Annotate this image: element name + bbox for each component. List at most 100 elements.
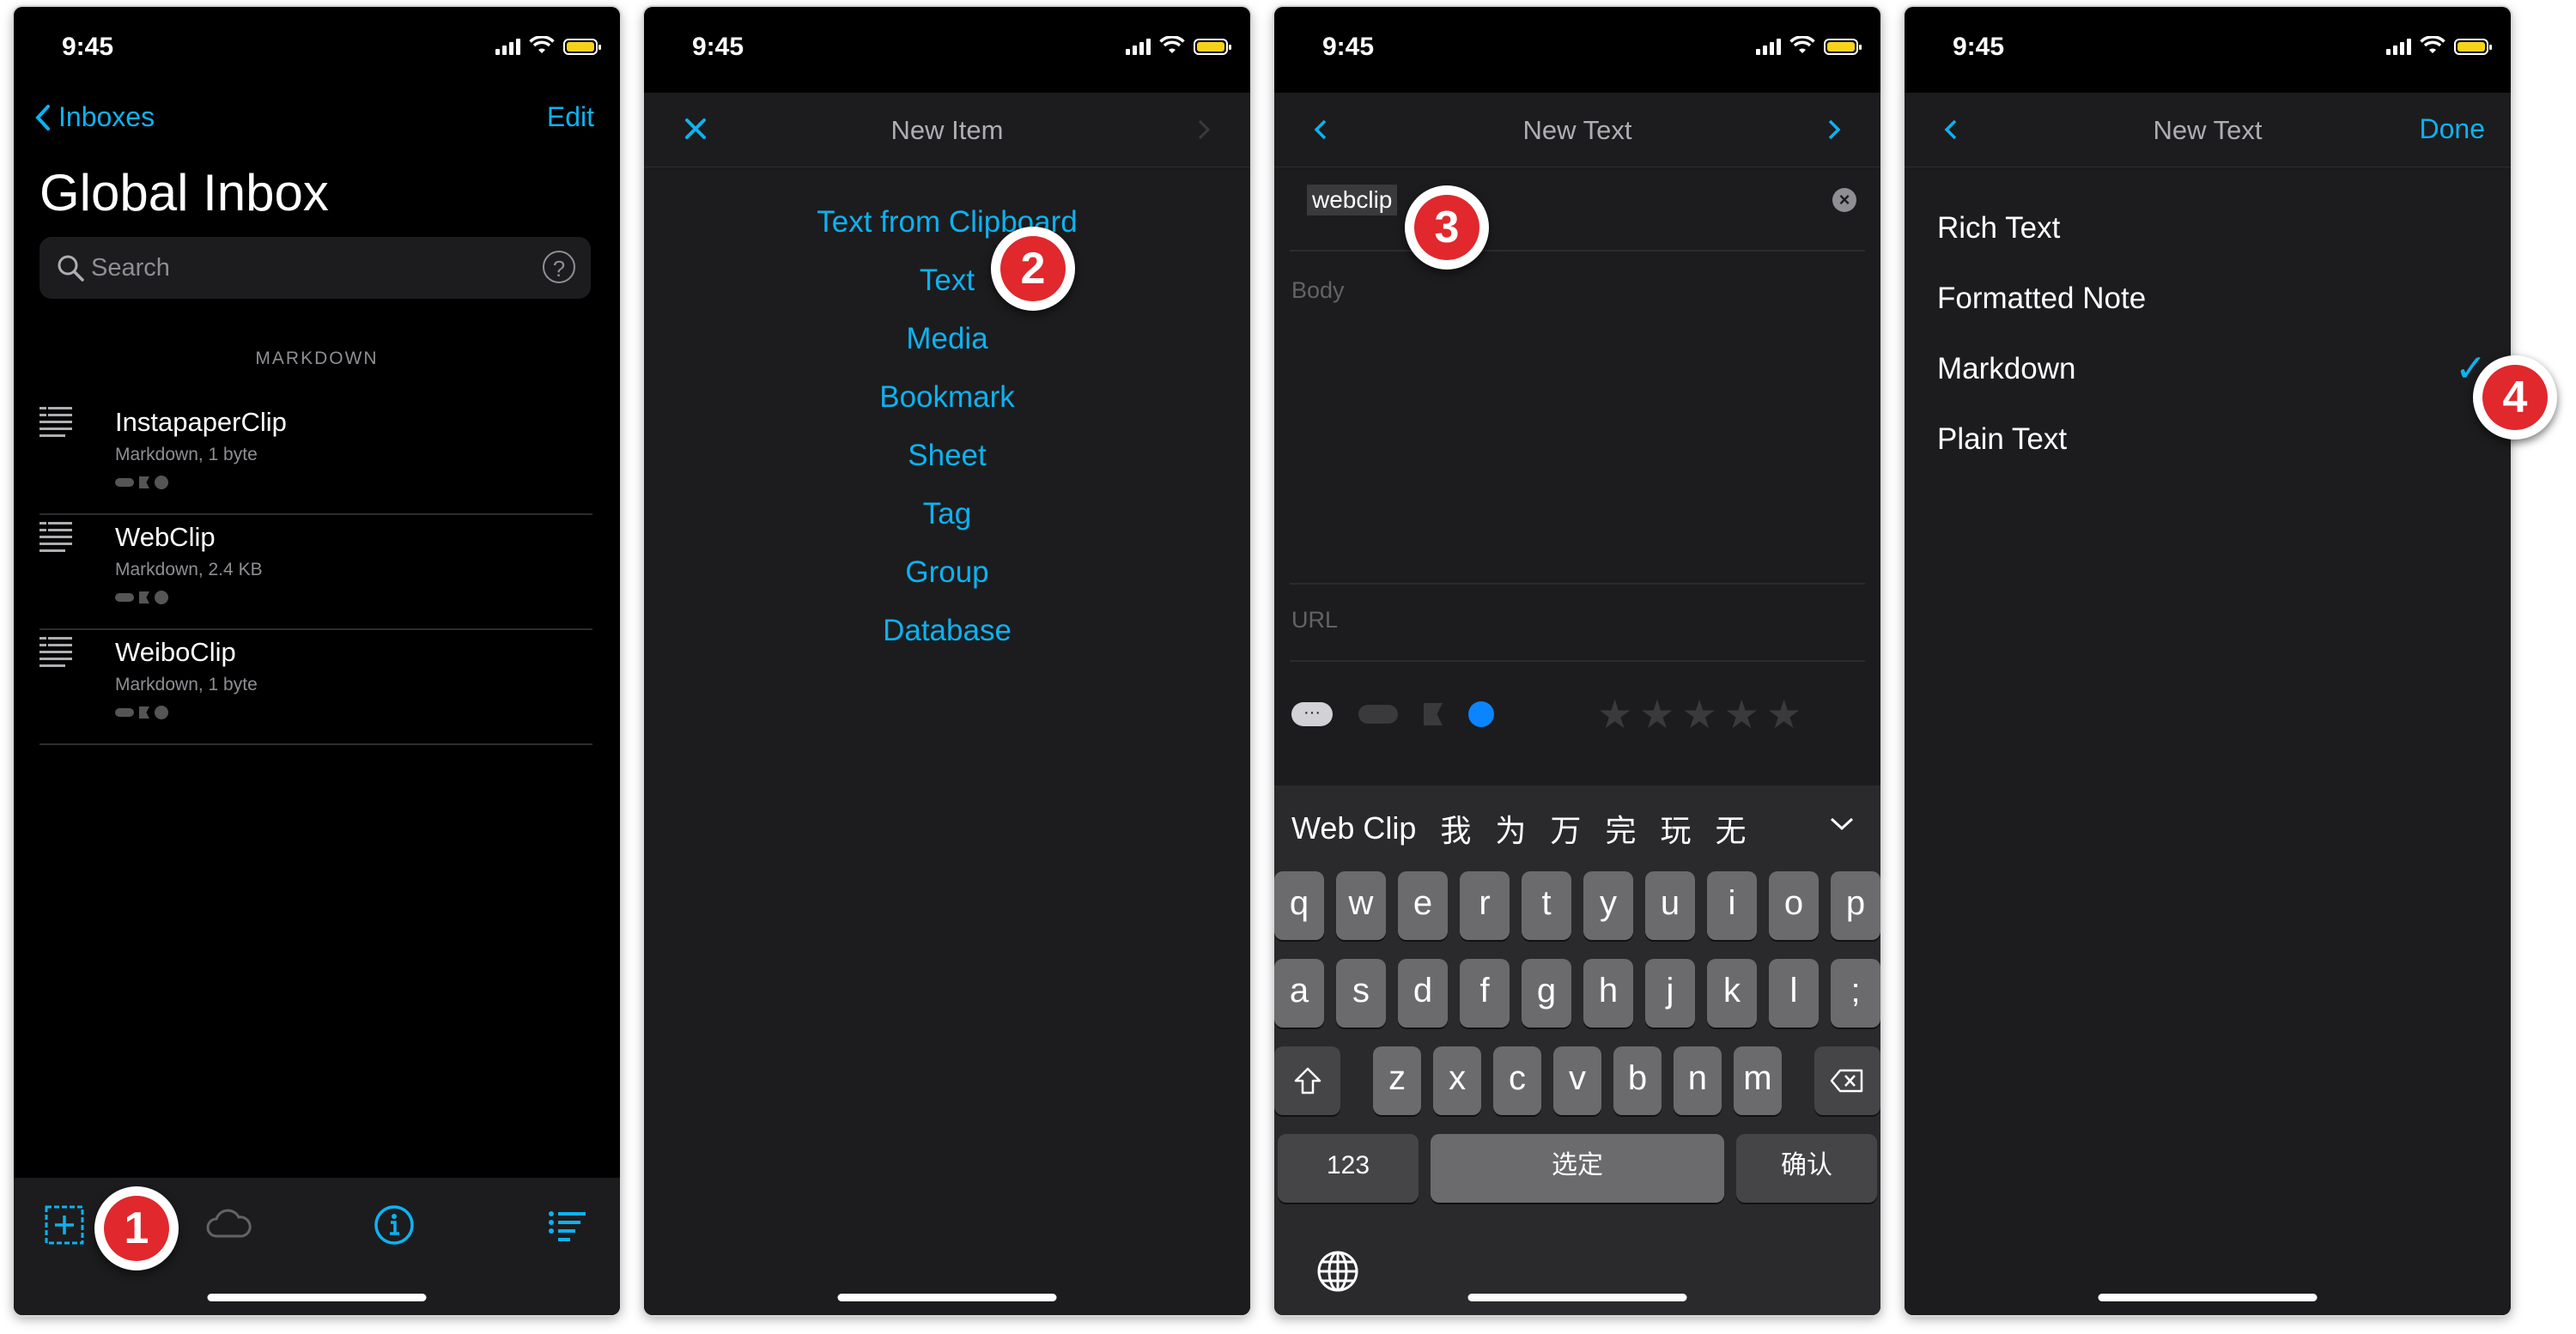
key-row-4: 123 选定 确认 xyxy=(1274,1134,1880,1203)
name-field[interactable]: webclip × xyxy=(1290,167,1865,252)
key[interactable]: s xyxy=(1336,959,1386,1028)
list-item[interactable]: WeiboClip Markdown, 1 byte xyxy=(39,628,592,745)
key[interactable]: i xyxy=(1707,871,1757,940)
menu-item-database[interactable]: Database xyxy=(644,602,1250,660)
candidate-item[interactable]: 玩 xyxy=(1660,806,1691,851)
more-options-button[interactable]: ··· xyxy=(1291,702,1333,726)
globe-icon[interactable] xyxy=(1315,1249,1360,1294)
key[interactable]: g xyxy=(1522,959,1571,1028)
wifi-icon xyxy=(529,36,555,53)
backspace-icon xyxy=(1831,1069,1863,1093)
cellular-signal-icon xyxy=(1126,38,1151,55)
chevron-right-icon[interactable] xyxy=(1827,118,1841,141)
key-row-3: z x c v b n m xyxy=(1274,1046,1880,1115)
shift-key[interactable] xyxy=(1274,1046,1341,1115)
tag-chip[interactable] xyxy=(1358,705,1398,724)
key[interactable]: t xyxy=(1522,871,1571,940)
numbers-key[interactable]: 123 xyxy=(1278,1134,1419,1203)
menu-item-text[interactable]: Text xyxy=(644,252,1250,310)
key[interactable]: e xyxy=(1398,871,1448,940)
option-label: Markdown xyxy=(1937,352,2076,385)
add-item-icon[interactable] xyxy=(43,1204,86,1246)
rating-stars[interactable]: ★ ★ ★ ★ ★ xyxy=(1597,691,1801,737)
cellular-signal-icon xyxy=(2386,38,2411,55)
key[interactable]: v xyxy=(1553,1046,1601,1115)
key[interactable]: c xyxy=(1493,1046,1542,1115)
menu-item-media[interactable]: Media xyxy=(644,310,1250,368)
menu-item-group[interactable]: Group xyxy=(644,543,1250,602)
edit-button[interactable]: Edit xyxy=(547,101,594,133)
list-item[interactable]: InstapaperClip Markdown, 1 byte xyxy=(39,398,592,515)
phone-new-text-editor: 9:45 New Text webclip × Body URL ··· ★ ★… xyxy=(1274,7,1880,1315)
item-name: WebClip xyxy=(115,522,216,552)
key[interactable]: l xyxy=(1769,959,1819,1028)
list-sort-icon[interactable] xyxy=(546,1204,589,1246)
page-title: Global Inbox xyxy=(39,164,329,221)
clear-text-icon[interactable]: × xyxy=(1832,188,1856,212)
flag-icon[interactable] xyxy=(1424,703,1443,725)
color-label-dot[interactable] xyxy=(1468,701,1494,727)
candidate-item[interactable]: 为 xyxy=(1495,806,1526,851)
key[interactable]: x xyxy=(1433,1046,1482,1115)
back-label: Inboxes xyxy=(58,101,155,132)
key[interactable]: q xyxy=(1274,871,1324,940)
body-field[interactable]: Body xyxy=(1290,252,1865,585)
chevron-down-icon[interactable] xyxy=(1829,816,1855,832)
key[interactable]: z xyxy=(1373,1046,1422,1115)
section-header: MARKDOWN xyxy=(255,349,379,368)
space-key[interactable]: 选定 xyxy=(1431,1134,1724,1203)
menu-item-bookmark[interactable]: Bookmark xyxy=(644,368,1250,427)
return-key[interactable]: 确认 xyxy=(1736,1134,1877,1203)
key[interactable]: w xyxy=(1336,871,1386,940)
star-icon[interactable]: ★ xyxy=(1597,691,1632,737)
chevron-right-icon[interactable] xyxy=(1197,118,1211,141)
star-icon[interactable]: ★ xyxy=(1682,691,1717,737)
cloud-icon[interactable] xyxy=(204,1204,252,1246)
phone-global-inbox: 9:45 Inboxes Edit Global Inbox Search ? … xyxy=(14,7,620,1315)
key[interactable]: ; xyxy=(1831,959,1880,1028)
key[interactable]: f xyxy=(1460,959,1510,1028)
list-item[interactable]: WebClip Markdown, 2.4 KB xyxy=(39,513,592,630)
item-attributes-bar: ··· ★ ★ ★ ★ ★ xyxy=(1291,691,1801,737)
menu-item-text-from-clipboard[interactable]: Text from Clipboard xyxy=(644,193,1250,252)
status-bar: 9:45 xyxy=(1905,7,2511,84)
key[interactable]: b xyxy=(1613,1046,1662,1115)
option-rich-text[interactable]: Rich Text xyxy=(1937,193,2487,264)
menu-item-sheet[interactable]: Sheet xyxy=(644,427,1250,485)
star-icon[interactable]: ★ xyxy=(1766,691,1801,737)
done-button[interactable]: Done xyxy=(2420,113,2486,145)
key[interactable]: o xyxy=(1769,871,1819,940)
key[interactable]: k xyxy=(1707,959,1757,1028)
option-formatted-note[interactable]: Formatted Note xyxy=(1937,264,2487,334)
candidate-item[interactable]: 我 xyxy=(1440,806,1471,851)
key[interactable]: h xyxy=(1583,959,1633,1028)
key[interactable]: m xyxy=(1733,1046,1782,1115)
key[interactable]: y xyxy=(1583,871,1633,940)
key[interactable]: n xyxy=(1673,1046,1722,1115)
option-markdown[interactable]: Markdown ✓ xyxy=(1937,334,2487,404)
delete-key[interactable] xyxy=(1814,1046,1880,1115)
key[interactable]: r xyxy=(1460,871,1510,940)
search-input[interactable]: Search ? xyxy=(39,237,591,299)
info-icon[interactable] xyxy=(373,1204,416,1246)
key[interactable]: a xyxy=(1274,959,1324,1028)
help-icon[interactable]: ? xyxy=(543,251,575,283)
star-icon[interactable]: ★ xyxy=(1639,691,1674,737)
status-time: 9:45 xyxy=(1953,33,2005,61)
key[interactable]: p xyxy=(1831,871,1880,940)
step-badge-4: 4 xyxy=(2473,355,2557,440)
menu-item-tag[interactable]: Tag xyxy=(644,485,1250,543)
candidate-item[interactable]: Web Clip xyxy=(1291,810,1416,846)
option-plain-text[interactable]: Plain Text xyxy=(1937,404,2487,475)
key[interactable]: d xyxy=(1398,959,1448,1028)
candidate-item[interactable]: 完 xyxy=(1605,806,1636,851)
key[interactable]: u xyxy=(1645,871,1695,940)
name-field-value[interactable]: webclip xyxy=(1307,185,1398,215)
item-tags xyxy=(115,476,168,489)
key[interactable]: j xyxy=(1645,959,1695,1028)
star-icon[interactable]: ★ xyxy=(1724,691,1759,737)
candidate-item[interactable]: 万 xyxy=(1550,806,1581,851)
candidate-item[interactable]: 无 xyxy=(1715,806,1746,851)
url-field[interactable]: URL xyxy=(1290,585,1865,662)
back-to-inboxes-button[interactable]: Inboxes xyxy=(34,101,155,133)
